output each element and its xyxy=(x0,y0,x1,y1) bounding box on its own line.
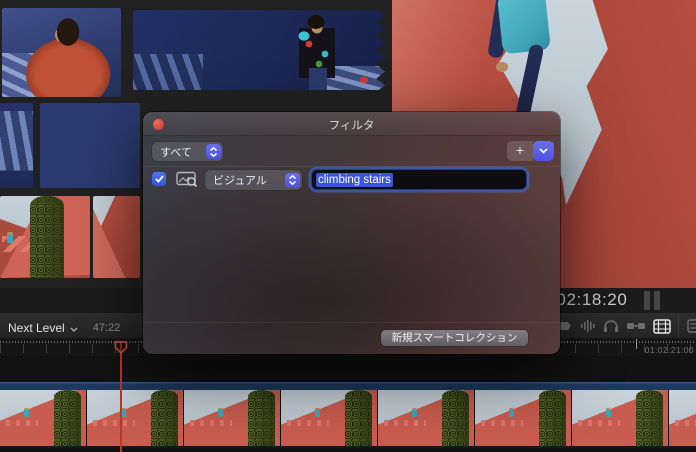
cactus-art xyxy=(539,390,566,446)
chevron-down-icon xyxy=(539,148,548,154)
dialog-title: フィルタ xyxy=(143,117,560,133)
cactus-art xyxy=(30,196,64,278)
clip-filmstrip xyxy=(0,390,696,446)
person-part xyxy=(496,62,508,72)
visual-search-icon xyxy=(176,171,198,193)
dialog-title-bar[interactable]: フィルタ xyxy=(143,112,560,136)
clip-connect-icon[interactable] xyxy=(626,319,644,334)
filmstrip-frame xyxy=(281,390,378,446)
person-art xyxy=(412,408,417,417)
cactus-art xyxy=(345,390,372,446)
person-art xyxy=(218,408,223,417)
rule-type-value: ビジュアル xyxy=(205,172,285,188)
clip-thumbnail-stairs-partial[interactable] xyxy=(0,103,33,188)
person-part xyxy=(497,0,551,54)
project-info[interactable]: Next Level 47:22 xyxy=(8,319,120,337)
cactus-art xyxy=(442,390,469,446)
match-popup[interactable]: すべて xyxy=(152,142,223,161)
filmstrip-icon[interactable] xyxy=(653,319,671,334)
marker-icon[interactable] xyxy=(558,319,576,334)
filmstrip-frame xyxy=(572,390,669,446)
final-cut-pro-window: 01:02:18:20 Next Level 47:22 xyxy=(0,0,696,452)
rule-type-popup[interactable]: ビジュアル xyxy=(205,170,302,190)
filter-dialog: フィルタ すべて + ビジュアル xyxy=(143,112,560,354)
clip-thumbnail-red-shirt[interactable] xyxy=(2,8,121,97)
playhead-handle[interactable] xyxy=(114,341,128,359)
filmstrip-frame xyxy=(184,390,281,446)
rule-enabled-checkbox[interactable] xyxy=(152,172,166,186)
selected-text: climbing stairs xyxy=(316,173,393,187)
new-smart-collection-button[interactable]: 新規スマートコレクション xyxy=(381,330,528,346)
audio-waveform-icon[interactable] xyxy=(580,319,598,334)
timeline-clip[interactable] xyxy=(0,382,696,448)
person-art xyxy=(606,408,611,417)
project-name: Next Level xyxy=(8,321,65,335)
clip-thumbnail-red-pyramid[interactable] xyxy=(93,196,140,278)
headphones-icon[interactable] xyxy=(603,319,621,334)
clip-thumbnail-cactus[interactable] xyxy=(0,196,90,278)
toolbar-divider xyxy=(678,316,679,337)
person-art xyxy=(509,408,514,417)
add-rule-button[interactable]: + xyxy=(507,141,533,161)
filmstrip-frame xyxy=(378,390,475,446)
chevron-down-icon[interactable] xyxy=(70,319,78,337)
ruler-tick xyxy=(636,339,637,349)
add-rule-menu-button[interactable] xyxy=(533,141,554,161)
cactus-art xyxy=(248,390,275,446)
cactus-art xyxy=(151,390,178,446)
clip-thumbnail-striped-shirt[interactable] xyxy=(40,103,140,188)
filmstrip-frame xyxy=(0,390,87,446)
filmstrip-frame xyxy=(87,390,184,446)
person-art xyxy=(315,408,320,417)
popup-stepper-icon xyxy=(285,173,300,188)
check-icon xyxy=(155,175,164,183)
filmstrip-frame xyxy=(669,390,696,446)
person-art xyxy=(24,408,29,417)
person-art xyxy=(7,232,13,243)
ruler-timecode-label: 01:02:21:00 xyxy=(645,345,694,355)
match-popup-value: すべて xyxy=(152,144,206,160)
add-rule-group: + xyxy=(507,141,554,161)
project-duration: 47:22 xyxy=(93,322,121,334)
cactus-art xyxy=(636,390,663,446)
audio-meters[interactable] xyxy=(644,291,660,310)
cactus-art xyxy=(54,390,81,446)
clip-thumbnail-blue-stairs-wide[interactable] xyxy=(133,10,385,90)
filter-text-input[interactable]: climbing stairs xyxy=(311,169,527,190)
popup-stepper-icon xyxy=(206,144,221,159)
clip-appearance-icon[interactable] xyxy=(687,319,696,334)
clip-title-bar xyxy=(0,382,696,390)
dialog-divider xyxy=(143,166,560,167)
filmstrip-frame xyxy=(475,390,572,446)
dialog-divider xyxy=(143,322,560,323)
